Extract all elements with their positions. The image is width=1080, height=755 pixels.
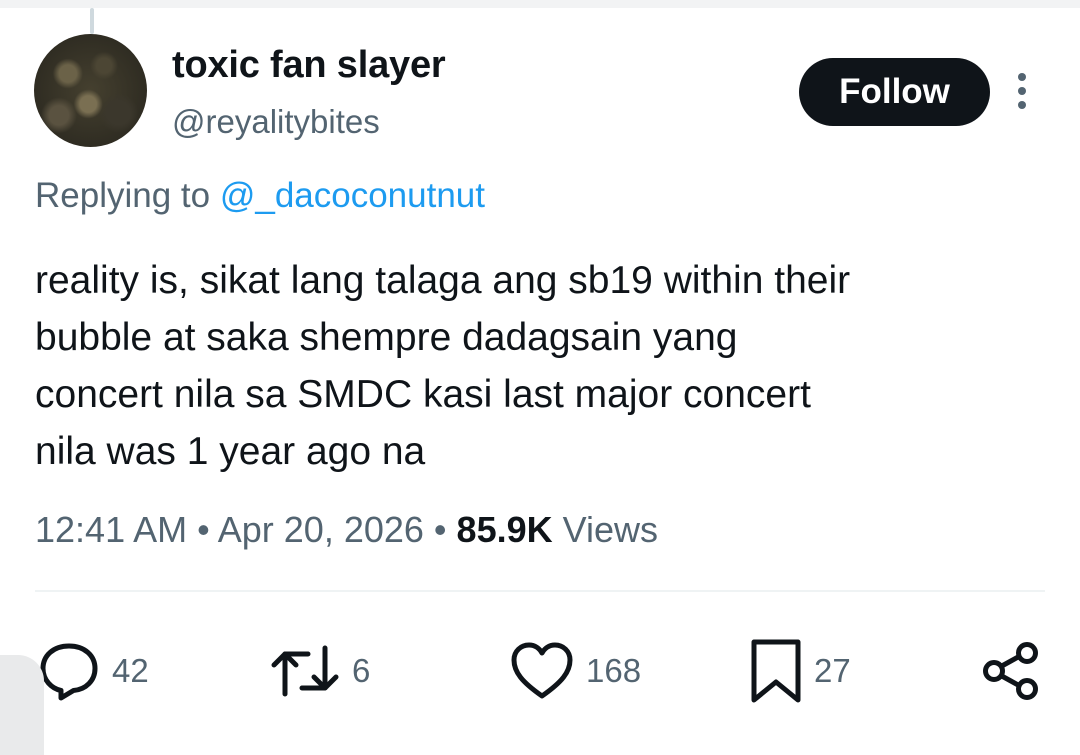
share-button[interactable] [982, 638, 1040, 704]
follow-button[interactable]: Follow [799, 58, 990, 126]
views-count[interactable]: 85.9K [457, 509, 553, 550]
meta-separator: • [197, 509, 210, 550]
tweet-time[interactable]: 12:41 AM [35, 509, 187, 550]
reply-icon [40, 643, 98, 701]
replying-to-line: Replying to @_dacoconutnut [35, 176, 485, 216]
bookmark-count: 27 [814, 652, 851, 689]
replying-to-label: Replying to [35, 176, 220, 215]
tweet-text-line: reality is, sikat lang talaga ang sb19 w… [35, 259, 851, 302]
tweet-date[interactable]: Apr 20, 2026 [218, 509, 424, 550]
divider [35, 590, 1045, 592]
views-label: Views [562, 509, 659, 550]
retweet-icon [271, 645, 339, 697]
heart-icon [511, 642, 573, 699]
bookmark-button[interactable]: 27 [750, 638, 851, 704]
author-handle[interactable]: @reyalitybites [172, 103, 380, 141]
tweet-text: reality is, sikat lang talaga ang sb19 w… [35, 252, 1065, 480]
edge-handle [0, 655, 44, 755]
author-display-name[interactable]: toxic fan slayer [172, 44, 446, 87]
like-button[interactable]: 168 [510, 638, 641, 704]
top-strip [0, 0, 1080, 8]
tweet-meta: 12:41 AM • Apr 20, 2026 • 85.9K Views [35, 509, 658, 551]
reply-count: 42 [112, 652, 149, 689]
share-icon [983, 642, 1038, 700]
more-options-icon[interactable] [1012, 73, 1032, 113]
bookmark-icon [751, 639, 801, 703]
avatar[interactable] [34, 34, 147, 147]
tweet-text-line: nila was 1 year ago na [35, 430, 426, 473]
tweet-text-line: bubble at saka shempre dadagsain yang [35, 316, 738, 359]
like-count: 168 [586, 652, 642, 689]
meta-separator: • [433, 509, 447, 550]
reply-button[interactable]: 42 [38, 638, 149, 704]
retweet-count: 6 [352, 652, 371, 689]
thread-connector-line [90, 8, 94, 34]
replying-to-handle-link[interactable]: @_dacoconutnut [220, 176, 485, 215]
retweet-button[interactable]: 6 [270, 638, 370, 704]
tweet-text-line: concert nila sa SMDC kasi last major con… [35, 373, 811, 416]
